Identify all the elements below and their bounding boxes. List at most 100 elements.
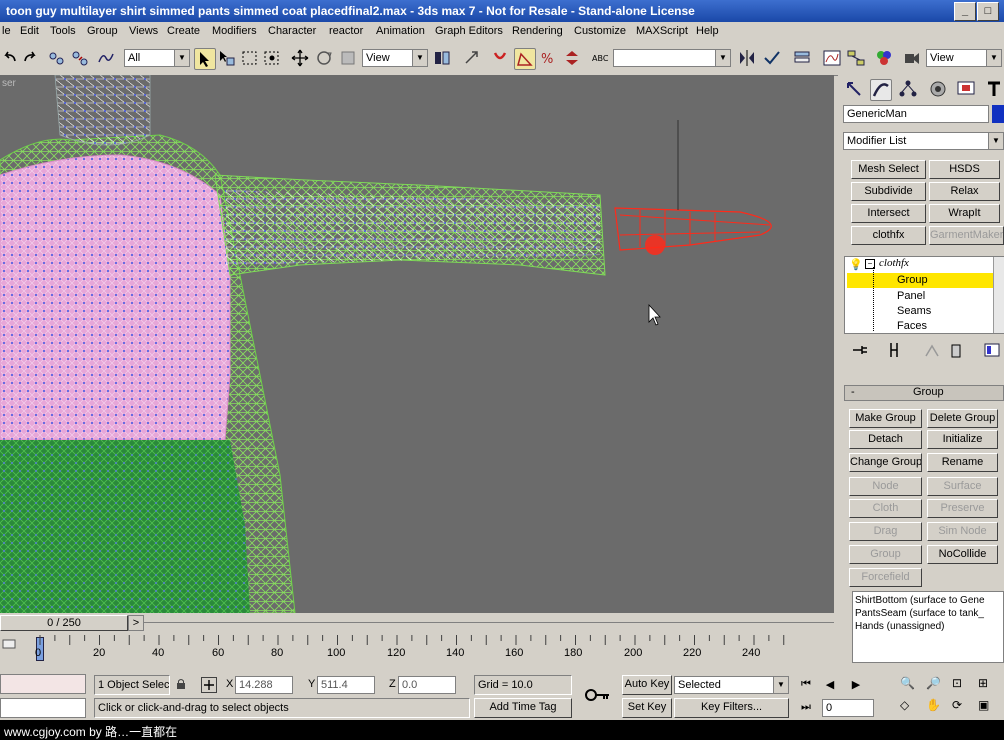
configure-modifier-sets-icon[interactable] [982, 340, 1002, 360]
menu-modifiers[interactable]: Modifiers [212, 25, 257, 37]
select-and-manipulate-icon[interactable] [462, 48, 482, 68]
delete-group-button[interactable]: Delete Group [927, 409, 998, 428]
maxscript-output-mini[interactable] [0, 698, 86, 718]
remove-modifier-icon[interactable] [946, 340, 966, 360]
group-list-item[interactable]: ShirtBottom (surface to Gene [855, 594, 1001, 607]
stack-item-seams[interactable]: Seams [897, 305, 931, 317]
layer-manager-icon[interactable] [792, 48, 812, 68]
render-scene-icon[interactable] [902, 48, 922, 68]
display-tab-icon[interactable] [956, 79, 976, 99]
group-list-item[interactable]: PantsSeam (surface to tank_ [855, 607, 1001, 620]
go-to-start-icon[interactable]: ⏮ [796, 678, 816, 692]
set-key-button[interactable]: Set Key [622, 698, 672, 718]
previous-frame-icon[interactable]: ◀ [820, 678, 840, 692]
select-and-rotate-icon[interactable] [314, 48, 334, 68]
y-coordinate-field[interactable]: 511.4 [317, 676, 375, 694]
show-end-result-icon[interactable] [884, 340, 904, 360]
minimize-button[interactable]: _ [954, 2, 976, 21]
modifier-wrapit-button[interactable]: WrapIt [929, 204, 1000, 223]
cloth-button[interactable]: Cloth [849, 499, 922, 518]
select-by-name-icon[interactable] [216, 48, 236, 68]
initialize-button[interactable]: Initialize [927, 430, 998, 449]
zoom-extents-icon[interactable]: ⊡ [952, 676, 962, 690]
align-icon[interactable] [762, 48, 782, 68]
select-and-scale-icon[interactable] [338, 48, 358, 68]
nocollide-button[interactable]: NoCollide [927, 545, 998, 564]
pin-stack-icon[interactable] [850, 340, 870, 360]
lightbulb-icon[interactable]: 💡 [849, 258, 863, 271]
auto-key-button[interactable]: Auto Key [622, 675, 672, 695]
drag-button[interactable]: Drag [849, 522, 922, 541]
create-tab-icon[interactable] [844, 79, 864, 99]
maximize-viewport-icon[interactable]: ▣ [978, 698, 989, 712]
schematic-view-icon[interactable] [846, 48, 866, 68]
set-key-icon[interactable] [582, 680, 612, 710]
zoom-extents-all-icon[interactable]: ⊞ [978, 676, 988, 690]
stack-scrollbar[interactable] [993, 257, 1004, 333]
field-of-view-icon[interactable]: ◇ [900, 698, 909, 712]
select-and-move-icon[interactable] [290, 48, 310, 68]
maximize-button[interactable]: □ [977, 2, 999, 21]
zoom-all-icon[interactable]: 🔎 [926, 676, 941, 690]
object-color-swatch[interactable] [992, 105, 1004, 123]
add-time-tag-button[interactable]: Add Time Tag [474, 698, 572, 718]
modifier-subdivide-button[interactable]: Subdivide [851, 182, 926, 201]
redo-icon[interactable] [20, 48, 40, 68]
percent-snap-icon[interactable]: % [538, 48, 558, 68]
arc-rotate-icon[interactable]: ⟳ [952, 698, 962, 712]
group-button[interactable]: Group [849, 545, 922, 564]
menu-help[interactable]: Help [696, 25, 719, 37]
select-object-icon[interactable] [194, 48, 216, 70]
named-selection-dropdown[interactable]: ▼ [613, 49, 731, 67]
node-button[interactable]: Node [849, 477, 922, 496]
next-frame-button[interactable]: > [128, 615, 144, 631]
group-rollout-header[interactable]: - Group [844, 385, 1004, 401]
rename-button[interactable]: Rename [927, 453, 998, 472]
curve-editor-icon[interactable] [822, 48, 842, 68]
stack-item-group[interactable]: Group [847, 273, 993, 288]
preserve-button[interactable]: Preserve [927, 499, 998, 518]
modifier-relax-button[interactable]: Relax [929, 182, 1000, 201]
menu-character[interactable]: Character [268, 25, 316, 37]
modifier-list-dropdown[interactable]: Modifier List ▼ [843, 132, 1004, 150]
unlink-selection-icon[interactable] [70, 48, 90, 68]
z-coordinate-field[interactable]: 0.0 [398, 676, 456, 694]
bind-to-space-warp-icon[interactable] [96, 48, 116, 68]
spinner-snap-icon[interactable] [562, 48, 582, 68]
change-group-button[interactable]: Change Group [849, 453, 922, 472]
menu-customize[interactable]: Customize [574, 25, 626, 37]
stack-top-item[interactable]: clothfx [879, 257, 909, 269]
time-slider-thumb[interactable]: 0 / 250 [0, 615, 128, 631]
stack-item-faces[interactable]: Faces [897, 320, 927, 332]
zoom-icon[interactable]: 🔍 [900, 676, 915, 690]
edit-named-selection-icon[interactable]: ABC [590, 48, 610, 68]
menu-animation[interactable]: Animation [376, 25, 425, 37]
rectangular-selection-icon[interactable] [240, 48, 260, 68]
undo-icon[interactable] [0, 48, 20, 68]
surface-button[interactable]: Surface [927, 477, 998, 496]
menu-views[interactable]: Views [129, 25, 158, 37]
maxscript-listener-mini[interactable] [0, 674, 86, 694]
material-editor-icon[interactable] [874, 48, 894, 68]
time-slider-track[interactable] [144, 622, 834, 623]
render-view-dropdown[interactable]: View ▼ [926, 49, 1002, 67]
play-icon[interactable]: ▶ [846, 678, 866, 692]
modifier-intersect-button[interactable]: Intersect [851, 204, 926, 223]
key-filters-button[interactable]: Key Filters... [674, 698, 789, 718]
lock-selection-icon[interactable] [175, 678, 187, 690]
perspective-viewport[interactable]: ser [0, 75, 834, 613]
menu-rendering[interactable]: Rendering [512, 25, 563, 37]
modifier-hsds-button[interactable]: HSDS [929, 160, 1000, 179]
forcefield-button[interactable]: Forcefield [849, 568, 922, 587]
utilities-tab-icon[interactable] [984, 79, 1004, 99]
angle-snap-icon[interactable] [514, 48, 536, 70]
modifier-stack-list[interactable]: 💡 − clothfx Group Panel Seams Faces [844, 256, 1004, 334]
make-unique-icon[interactable] [922, 340, 942, 360]
key-mode-toggle-icon[interactable]: ⏭ [796, 701, 816, 715]
menu-reactor[interactable]: reactor [329, 25, 363, 37]
reference-coordinate-dropdown[interactable]: View ▼ [362, 49, 428, 67]
current-frame-field[interactable]: 0 [822, 699, 874, 717]
absolute-mode-icon[interactable] [201, 677, 217, 693]
selection-filter-dropdown[interactable]: All ▼ [124, 49, 190, 67]
stack-item-panel[interactable]: Panel [897, 290, 925, 302]
